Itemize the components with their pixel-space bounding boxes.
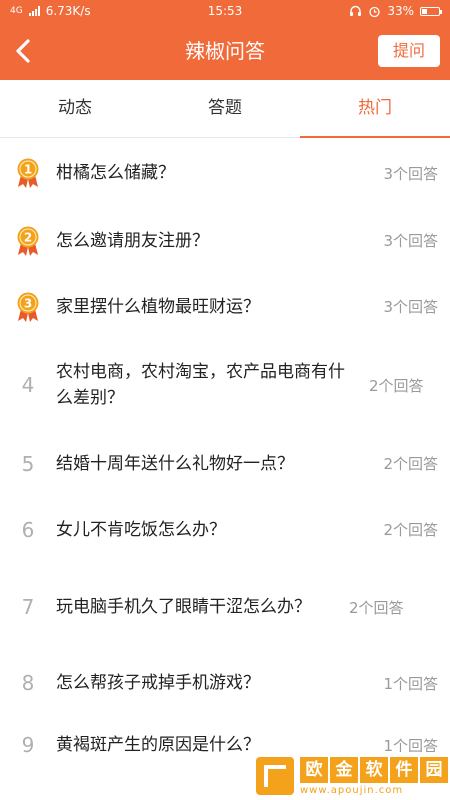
rank-medal: 3 [0, 291, 56, 323]
watermark-title: 欧 金 软 件 园 [300, 756, 448, 783]
tab-hot[interactable]: 热门 [300, 80, 450, 138]
question-row[interactable]: 1 柑橘怎么储藏？ 3个回答 [0, 138, 450, 208]
watermark-text: 欧 金 软 件 园 www.apoujin.com [300, 756, 448, 796]
battery-icon [420, 6, 442, 16]
status-left: 4G 6.73K/s [10, 4, 91, 18]
watermark-char: 欧 [300, 756, 328, 783]
watermark-char: 园 [420, 756, 448, 783]
answer-count: 3个回答 [383, 298, 438, 316]
answer-count: 2个回答 [349, 598, 404, 617]
answer-count: 1个回答 [383, 674, 438, 693]
question-row[interactable]: 5 结婚十周年送什么礼物好一点？ 2个回答 [0, 430, 450, 497]
watermark-char: 金 [330, 756, 358, 783]
tab-bar: 动态 答题 热门 [0, 80, 450, 138]
answer-count: 2个回答 [383, 455, 438, 473]
watermark-char: 件 [390, 756, 418, 783]
answer-count: 3个回答 [383, 164, 438, 183]
rank-medal: 2 [0, 225, 56, 257]
question-row[interactable]: 3 家里摆什么植物最旺财运？ 3个回答 [0, 273, 450, 340]
status-right: 33% [349, 4, 442, 18]
rank-number: 6 [21, 517, 35, 542]
question-row[interactable]: 6 女儿不肯吃饭怎么办？ 2个回答 [0, 497, 450, 562]
rank-number: 9 [21, 733, 35, 757]
headset-icon [350, 5, 362, 16]
question-row[interactable]: 7 玩电脑手机久了眼睛干涩怎么办？ 2个回答 [0, 562, 450, 652]
alarm-icon [369, 6, 380, 17]
question-title: 家里摆什么植物最旺财运？ [56, 296, 260, 317]
signal-icon [28, 6, 40, 16]
rank-number: 7 [21, 595, 35, 619]
svg-text:2: 2 [24, 230, 32, 244]
back-button[interactable] [8, 34, 42, 68]
question-list: 1 柑橘怎么储藏？ 3个回答 2 怎么邀请朋友注册？ 3个回答 3 家里摆什么植… [0, 138, 450, 776]
question-row[interactable]: 4 农村电商，农村淘宝，农产品电商有什么差别？ 2个回答 [0, 340, 450, 430]
question-row[interactable]: 2 怎么邀请朋友注册？ 3个回答 [0, 208, 450, 273]
question-title: 柑橘怎么储藏？ [56, 163, 175, 183]
rank-number: 4 [21, 373, 35, 397]
question-title: 怎么邀请朋友注册？ [56, 230, 209, 251]
answer-count: 2个回答 [383, 521, 438, 539]
question-title: 玩电脑手机久了眼睛干涩怎么办？ [56, 597, 311, 617]
svg-text:3: 3 [24, 296, 32, 310]
watermark: 欧 金 软 件 园 www.apoujin.com [250, 752, 450, 800]
tab-dynamic[interactable]: 动态 [0, 80, 150, 137]
question-title: 农村电商，农村淘宝，农产品电商有什么差别？ [56, 362, 345, 408]
medal-icon: 2 [17, 226, 39, 256]
svg-text:1: 1 [24, 163, 32, 177]
network-speed: 6.73K/s [45, 4, 91, 18]
rank-number: 8 [21, 671, 35, 695]
question-title: 结婚十周年送什么礼物好一点？ [56, 453, 294, 474]
watermark-char: 软 [360, 756, 388, 783]
watermark-logo [256, 757, 294, 795]
question-title: 女儿不肯吃饭怎么办？ [56, 519, 226, 540]
tab-answer[interactable]: 答题 [150, 80, 300, 137]
status-bar: 4G 6.73K/s 15:53 33% [0, 0, 450, 22]
battery-percent: 33% [387, 4, 414, 18]
rank-number: 5 [21, 451, 35, 476]
medal-icon: 3 [17, 292, 39, 322]
answer-count: 2个回答 [369, 376, 424, 395]
medal-icon: 1 [17, 158, 39, 188]
answer-count: 3个回答 [383, 232, 438, 250]
network-label: 4G [10, 6, 23, 16]
app-header: 辣椒问答 提问 [0, 22, 450, 80]
rank-medal: 1 [0, 157, 56, 189]
ask-question-button[interactable]: 提问 [378, 35, 440, 67]
chevron-left-icon [16, 39, 30, 63]
watermark-url: www.apoujin.com [300, 784, 404, 796]
question-row[interactable]: 8 怎么帮孩子戒掉手机游戏？ 1个回答 [0, 652, 450, 714]
question-title: 怎么帮孩子戒掉手机游戏？ [56, 673, 260, 693]
